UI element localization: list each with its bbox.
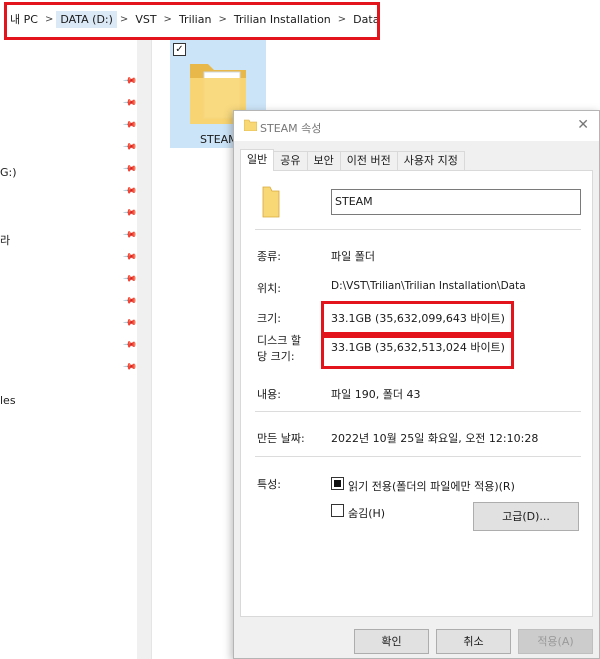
size-label: 크기: xyxy=(257,312,281,325)
contains-label: 내용: xyxy=(257,388,281,401)
nav-item-fragment[interactable]: G:) xyxy=(0,166,17,179)
pin-icon: 📌 xyxy=(122,161,138,177)
pin-icon: 📌 xyxy=(122,337,138,353)
navigation-pane[interactable]: 📌 📌 📌 📌 📌 📌 📌 📌 📌 📌 📌 📌 📌 📌 G:) 라 les xyxy=(0,40,152,659)
hidden-checkbox[interactable] xyxy=(331,504,344,517)
pin-icon: 📌 xyxy=(122,117,138,133)
dialog-title: STEAM 속성 xyxy=(260,122,322,135)
dialog-titlebar[interactable]: STEAM 속성 ✕ xyxy=(234,111,599,141)
readonly-checkbox[interactable] xyxy=(331,477,344,490)
cancel-button[interactable]: 취소 xyxy=(436,629,511,654)
disk-size-label-line1: 디스크 할 xyxy=(257,334,301,347)
pin-icon: 📌 xyxy=(122,73,138,89)
hidden-checkbox-label[interactable]: 숨김(H) xyxy=(348,505,385,521)
type-value: 파일 폴더 xyxy=(331,250,375,263)
address-highlight-box xyxy=(4,2,380,40)
tab-previous-versions[interactable]: 이전 버전 xyxy=(339,151,398,171)
close-icon[interactable]: ✕ xyxy=(577,117,589,133)
nav-item-fragment[interactable]: les xyxy=(0,394,16,407)
nav-scrollbar[interactable] xyxy=(137,40,151,659)
properties-dialog: STEAM 속성 ✕ 일반 공유 보안 이전 버전 사용자 지정 STEAM 종… xyxy=(233,110,600,659)
location-value: D:\VST\Trilian\Trilian Installation\Data xyxy=(331,280,526,292)
ok-button[interactable]: 확인 xyxy=(354,629,429,654)
attributes-label: 특성: xyxy=(257,478,281,491)
pin-icon: 📌 xyxy=(122,183,138,199)
nav-item-fragment[interactable]: 라 xyxy=(0,232,10,248)
divider xyxy=(255,411,581,412)
disk-size-highlight-box xyxy=(321,335,514,369)
folder-icon xyxy=(262,186,280,218)
tab-customize[interactable]: 사용자 지정 xyxy=(396,151,465,171)
divider xyxy=(255,229,581,230)
readonly-checkbox-label[interactable]: 읽기 전용(폴더의 파일에만 적용)(R) xyxy=(348,478,515,494)
divider xyxy=(255,456,581,457)
type-label: 종류: xyxy=(257,250,281,263)
pin-icon: 📌 xyxy=(122,359,138,375)
tab-general[interactable]: 일반 xyxy=(240,149,275,171)
pin-icon: 📌 xyxy=(122,205,138,221)
pin-icon: 📌 xyxy=(122,315,138,331)
folder-name-input[interactable]: STEAM xyxy=(331,189,581,215)
general-tab-panel: STEAM 종류: 파일 폴더 위치: D:\VST\Trilian\Trili… xyxy=(240,170,593,617)
created-value: 2022년 10월 25일 화요일, 오전 12:10:28 xyxy=(331,432,539,445)
folder-icon xyxy=(244,119,257,131)
pin-icon: 📌 xyxy=(122,271,138,287)
contains-value: 파일 190, 폴더 43 xyxy=(331,388,421,401)
selection-checkbox[interactable]: ✓ xyxy=(173,43,186,56)
location-label: 위치: xyxy=(257,282,281,295)
tab-strip: 일반 공유 보안 이전 버전 사용자 지정 xyxy=(240,149,465,171)
pin-icon: 📌 xyxy=(122,293,138,309)
created-label: 만든 날짜: xyxy=(257,432,305,445)
tab-sharing[interactable]: 공유 xyxy=(273,151,308,171)
tab-security[interactable]: 보안 xyxy=(306,151,341,171)
pin-icon: 📌 xyxy=(122,95,138,111)
advanced-button[interactable]: 고급(D)... xyxy=(473,502,579,531)
pin-icon: 📌 xyxy=(122,249,138,265)
apply-button[interactable]: 적용(A) xyxy=(518,629,593,654)
pin-icon: 📌 xyxy=(122,227,138,243)
disk-size-label-line2: 당 크기: xyxy=(257,350,295,363)
pin-icon: 📌 xyxy=(122,139,138,155)
size-highlight-box xyxy=(321,301,514,335)
